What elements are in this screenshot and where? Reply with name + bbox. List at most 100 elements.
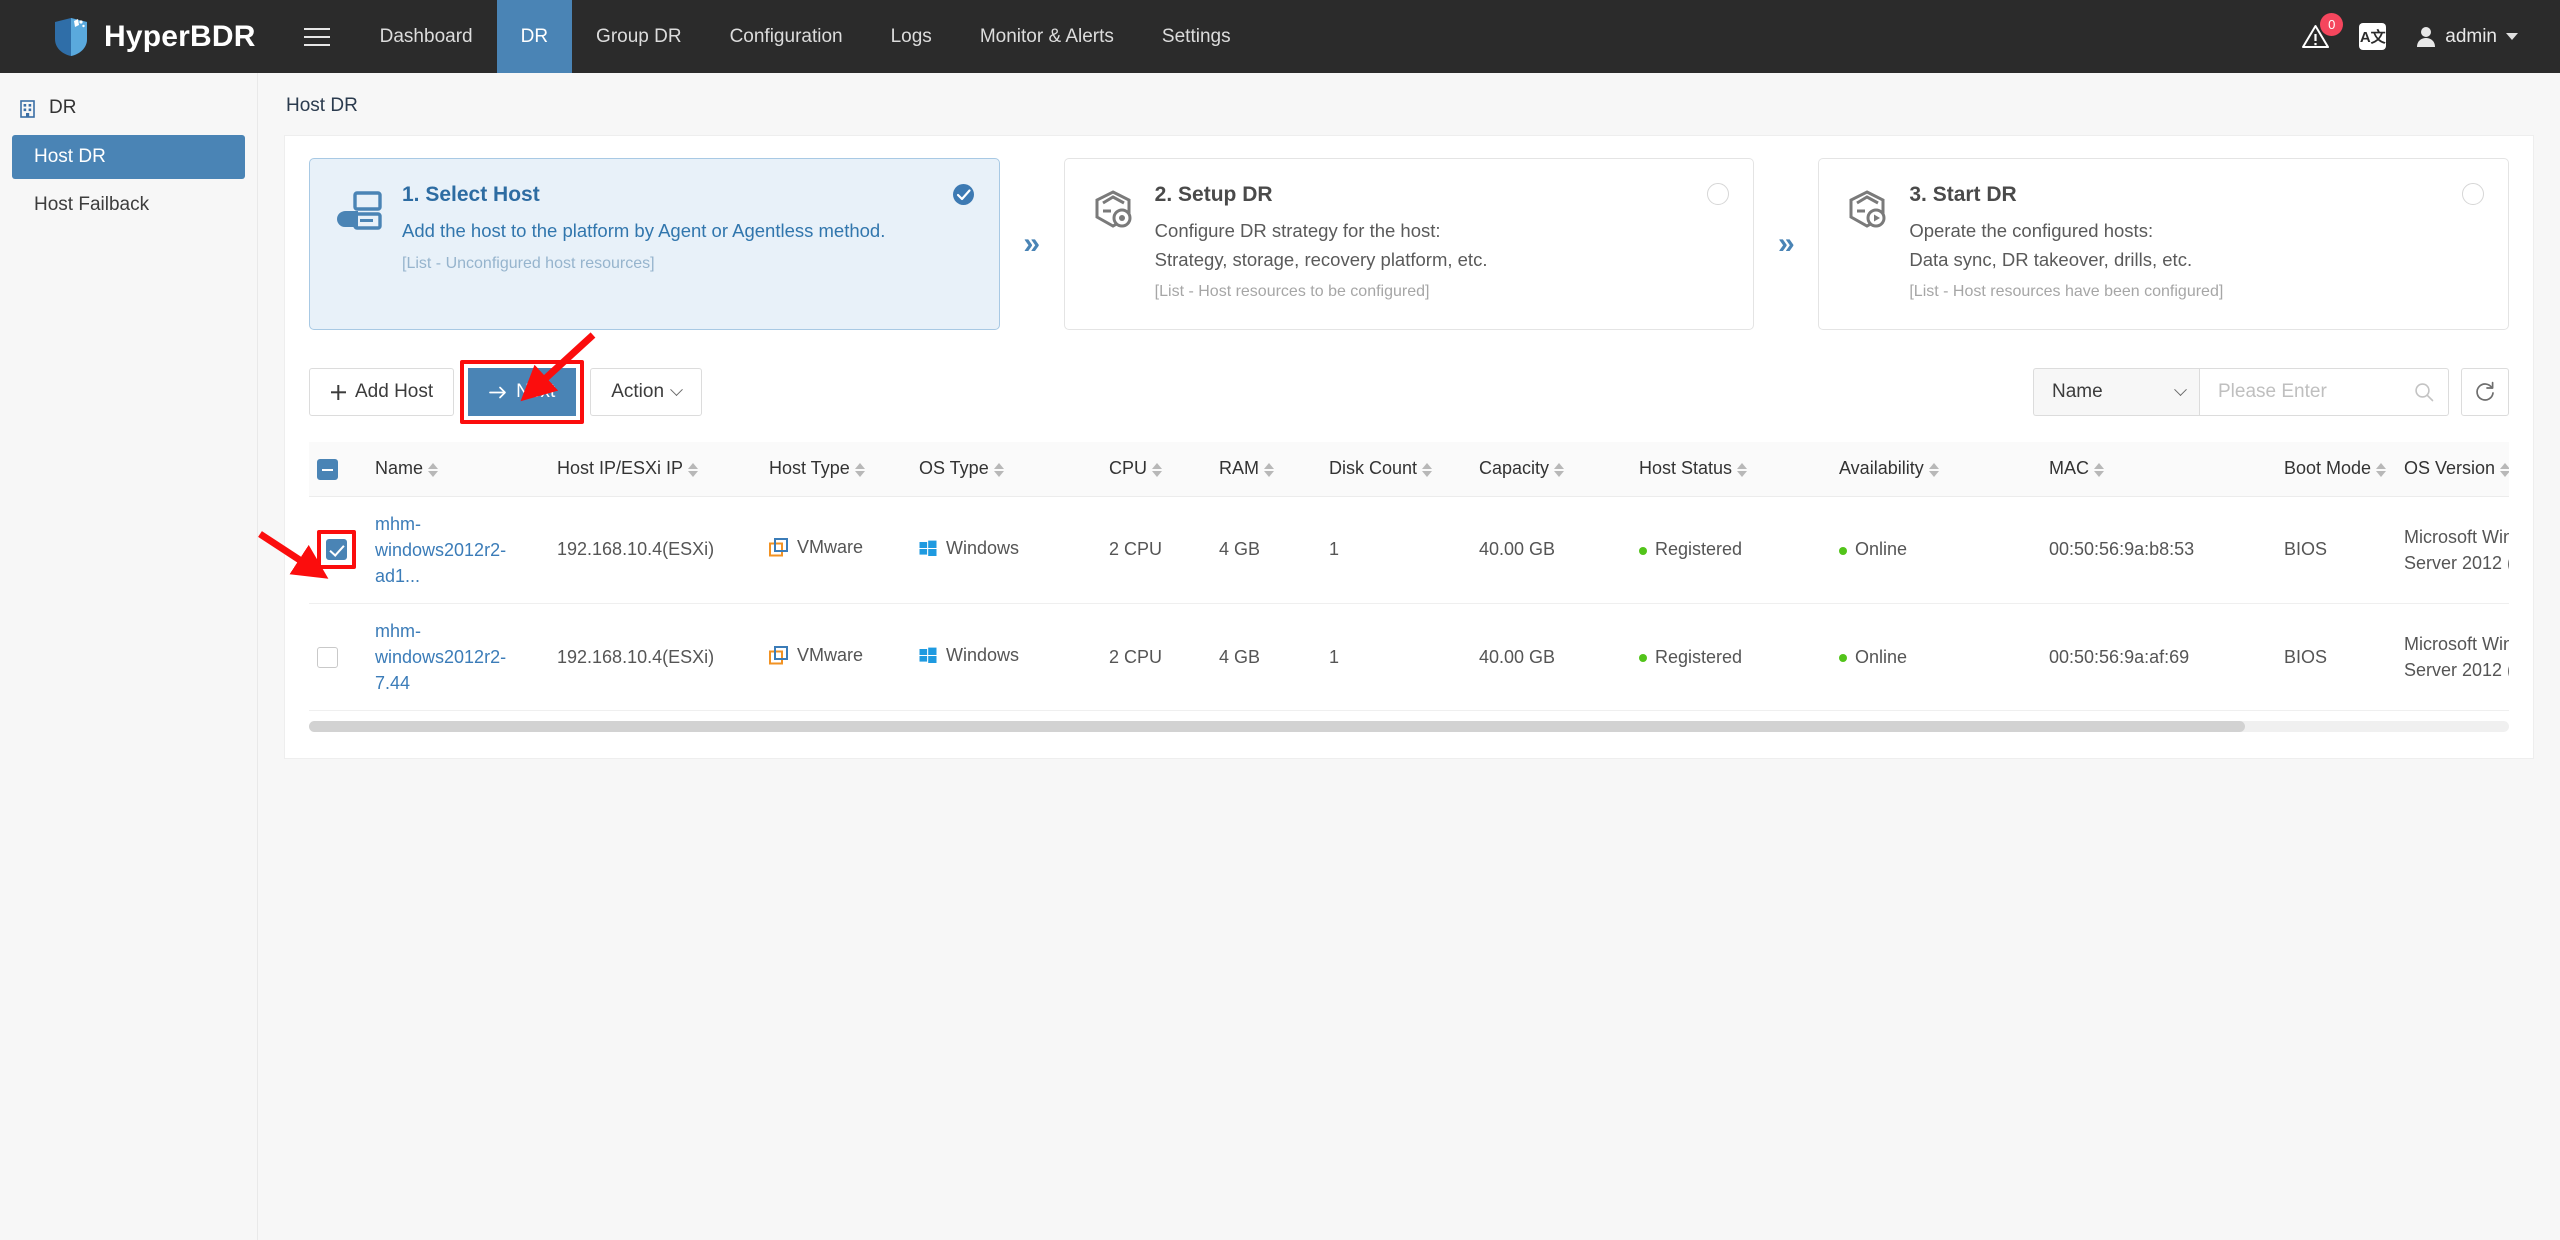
- sort-icon[interactable]: [688, 462, 699, 477]
- search-box: [2199, 368, 2449, 416]
- step-title: 2. Setup DR: [1154, 183, 1273, 206]
- column-header-mac[interactable]: MAC: [2041, 442, 2276, 497]
- sort-icon[interactable]: [2094, 462, 2104, 477]
- nav-item-monitor-alerts[interactable]: Monitor & Alerts: [956, 0, 1138, 73]
- sort-icon[interactable]: [854, 462, 865, 477]
- column-header-disk-count[interactable]: Disk Count: [1321, 442, 1471, 497]
- hosts-table-container: Name Host IP/ESXi IP Host Type OS Type C…: [309, 442, 2509, 733]
- select-all-checkbox[interactable]: [317, 458, 338, 480]
- sort-icon[interactable]: [1928, 462, 1939, 477]
- step-card-start-dr[interactable]: 3. Start DR Operate the configured hosts…: [1818, 158, 2510, 330]
- workflow-steps: 1. Select Host Add the host to the platf…: [309, 158, 2510, 330]
- horizontal-scrollbar[interactable]: [309, 721, 2509, 733]
- column-header-cpu[interactable]: CPU: [1101, 442, 1211, 497]
- cell-host-type: VMware: [761, 603, 911, 712]
- nav-item-settings[interactable]: Settings: [1138, 0, 1255, 73]
- nav-item-configuration[interactable]: Configuration: [706, 0, 867, 73]
- cell-name: mhm-windows2012r2-ad1...: [367, 496, 549, 605]
- cell-availability: Online: [1831, 496, 2041, 605]
- chevron-down-icon: [2174, 382, 2187, 396]
- table-row[interactable]: mhm-windows2012r2-ad1... 192.168.10.4(ES…: [309, 496, 2509, 605]
- hosts-table: Name Host IP/ESXi IP Host Type OS Type C…: [309, 442, 2509, 712]
- cell-capacity: 40.00 GB: [1471, 603, 1631, 712]
- next-button[interactable]: Next: [468, 368, 577, 416]
- sidebar: DR Host DR Host Failback: [0, 73, 258, 1240]
- hyperbdr-logo-icon: [55, 17, 87, 56]
- nav-item-group-dr[interactable]: Group DR: [572, 0, 706, 73]
- step-body: 2. Setup DR Configure DR strategy for th…: [1155, 183, 1728, 307]
- user-menu[interactable]: admin: [2416, 26, 2518, 48]
- cell-os-version: Microsoft Windows Server 2012 (64-bit): [2396, 496, 2509, 605]
- refresh-button[interactable]: [2461, 368, 2509, 416]
- column-header-availability[interactable]: Availability: [1831, 442, 2041, 497]
- column-header-boot-mode[interactable]: Boot Mode: [2276, 442, 2396, 497]
- column-header-os-version[interactable]: OS Version: [2396, 442, 2509, 497]
- column-header-host-ip[interactable]: Host IP/ESXi IP: [549, 442, 761, 497]
- column-header-capacity[interactable]: Capacity: [1471, 442, 1631, 497]
- main-panel: 1. Select Host Add the host to the platf…: [284, 135, 2534, 760]
- host-status-label: Registered: [1655, 539, 1743, 560]
- top-navbar: HyperBDR Dashboard DR Group DR Configura…: [0, 0, 2560, 73]
- column-header-ram[interactable]: RAM: [1211, 442, 1321, 497]
- step-line: Strategy, storage, recovery platform, et…: [1154, 248, 1488, 270]
- language-switch-icon[interactable]: A文: [2359, 23, 2387, 50]
- nav-item-dashboard[interactable]: Dashboard: [356, 0, 497, 73]
- sort-icon[interactable]: [1264, 462, 1274, 477]
- host-type-label: VMware: [797, 537, 864, 558]
- column-header-host-type[interactable]: Host Type: [761, 442, 911, 497]
- column-header-name[interactable]: Name: [367, 442, 549, 497]
- action-dropdown-button[interactable]: Action: [590, 368, 703, 416]
- sort-icon[interactable]: [1422, 462, 1433, 477]
- table-row[interactable]: mhm-windows2012r2-7.44 192.168.10.4(ESXi…: [309, 603, 2509, 712]
- sort-icon[interactable]: [1152, 462, 1163, 477]
- step-line: Data sync, DR takeover, drills, etc.: [1909, 248, 2193, 270]
- status-dot-icon: [1839, 653, 1847, 662]
- step-note: [List - Unconfigured host resources]: [402, 254, 655, 272]
- add-host-button[interactable]: Add Host: [309, 368, 455, 416]
- alerts-button[interactable]: 0: [2302, 13, 2344, 49]
- plus-icon: [331, 384, 346, 400]
- scrollbar-thumb[interactable]: [309, 721, 2245, 733]
- select-all-header: [309, 442, 367, 497]
- next-button-highlight: Next: [460, 360, 585, 424]
- host-status-label: Registered: [1655, 646, 1743, 667]
- sidebar-item-host-failback[interactable]: Host Failback: [12, 183, 245, 227]
- filter-field-select[interactable]: Name: [2033, 368, 2199, 416]
- search-icon[interactable]: [2414, 382, 2434, 402]
- column-label: Boot Mode: [2284, 458, 2372, 479]
- cell-disk-count: 1: [1321, 603, 1471, 712]
- sort-icon[interactable]: [1737, 462, 1748, 477]
- sidebar-item-host-dr[interactable]: Host DR: [12, 135, 245, 179]
- username-label: admin: [2445, 25, 2497, 47]
- sort-icon[interactable]: [428, 462, 439, 477]
- column-header-host-status[interactable]: Host Status: [1631, 442, 1831, 497]
- os-type-label: Windows: [946, 537, 1020, 558]
- cell-disk-count: 1: [1321, 496, 1471, 605]
- row-checkbox[interactable]: [326, 539, 347, 561]
- row-checkbox[interactable]: [317, 647, 338, 669]
- sort-icon[interactable]: [993, 462, 1004, 477]
- nav-item-dr[interactable]: DR: [496, 0, 573, 73]
- cell-host-ip: 192.168.10.4(ESXi): [549, 496, 761, 605]
- column-header-os-type[interactable]: OS Type: [911, 442, 1101, 497]
- sort-icon[interactable]: [1554, 462, 1565, 477]
- search-input[interactable]: [2216, 380, 2414, 404]
- step-body: 1. Select Host Add the host to the platf…: [402, 183, 973, 307]
- nav-item-logs[interactable]: Logs: [867, 0, 956, 73]
- empty-circle-icon: [2462, 183, 2485, 205]
- sort-icon[interactable]: [2500, 462, 2509, 477]
- row-select-cell: [309, 496, 367, 605]
- step-card-select-host[interactable]: 1. Select Host Add the host to the platf…: [309, 158, 1000, 330]
- start-dr-icon: [1845, 183, 1889, 307]
- step-line: Add the host to the platform by Agent or…: [402, 220, 886, 241]
- cell-os-type: Windows: [911, 496, 1101, 605]
- cell-boot-mode: BIOS: [2276, 496, 2396, 605]
- os-type-label: Windows: [946, 644, 1020, 665]
- step-title: 1. Select Host: [402, 183, 540, 206]
- hamburger-icon[interactable]: [278, 0, 356, 73]
- host-name-link[interactable]: mhm-windows2012r2-7.44: [375, 621, 506, 693]
- sort-icon[interactable]: [2376, 462, 2387, 477]
- empty-circle-icon: [1707, 183, 1730, 205]
- host-name-link[interactable]: mhm-windows2012r2-ad1...: [375, 514, 506, 586]
- step-card-setup-dr[interactable]: 2. Setup DR Configure DR strategy for th…: [1063, 158, 1755, 330]
